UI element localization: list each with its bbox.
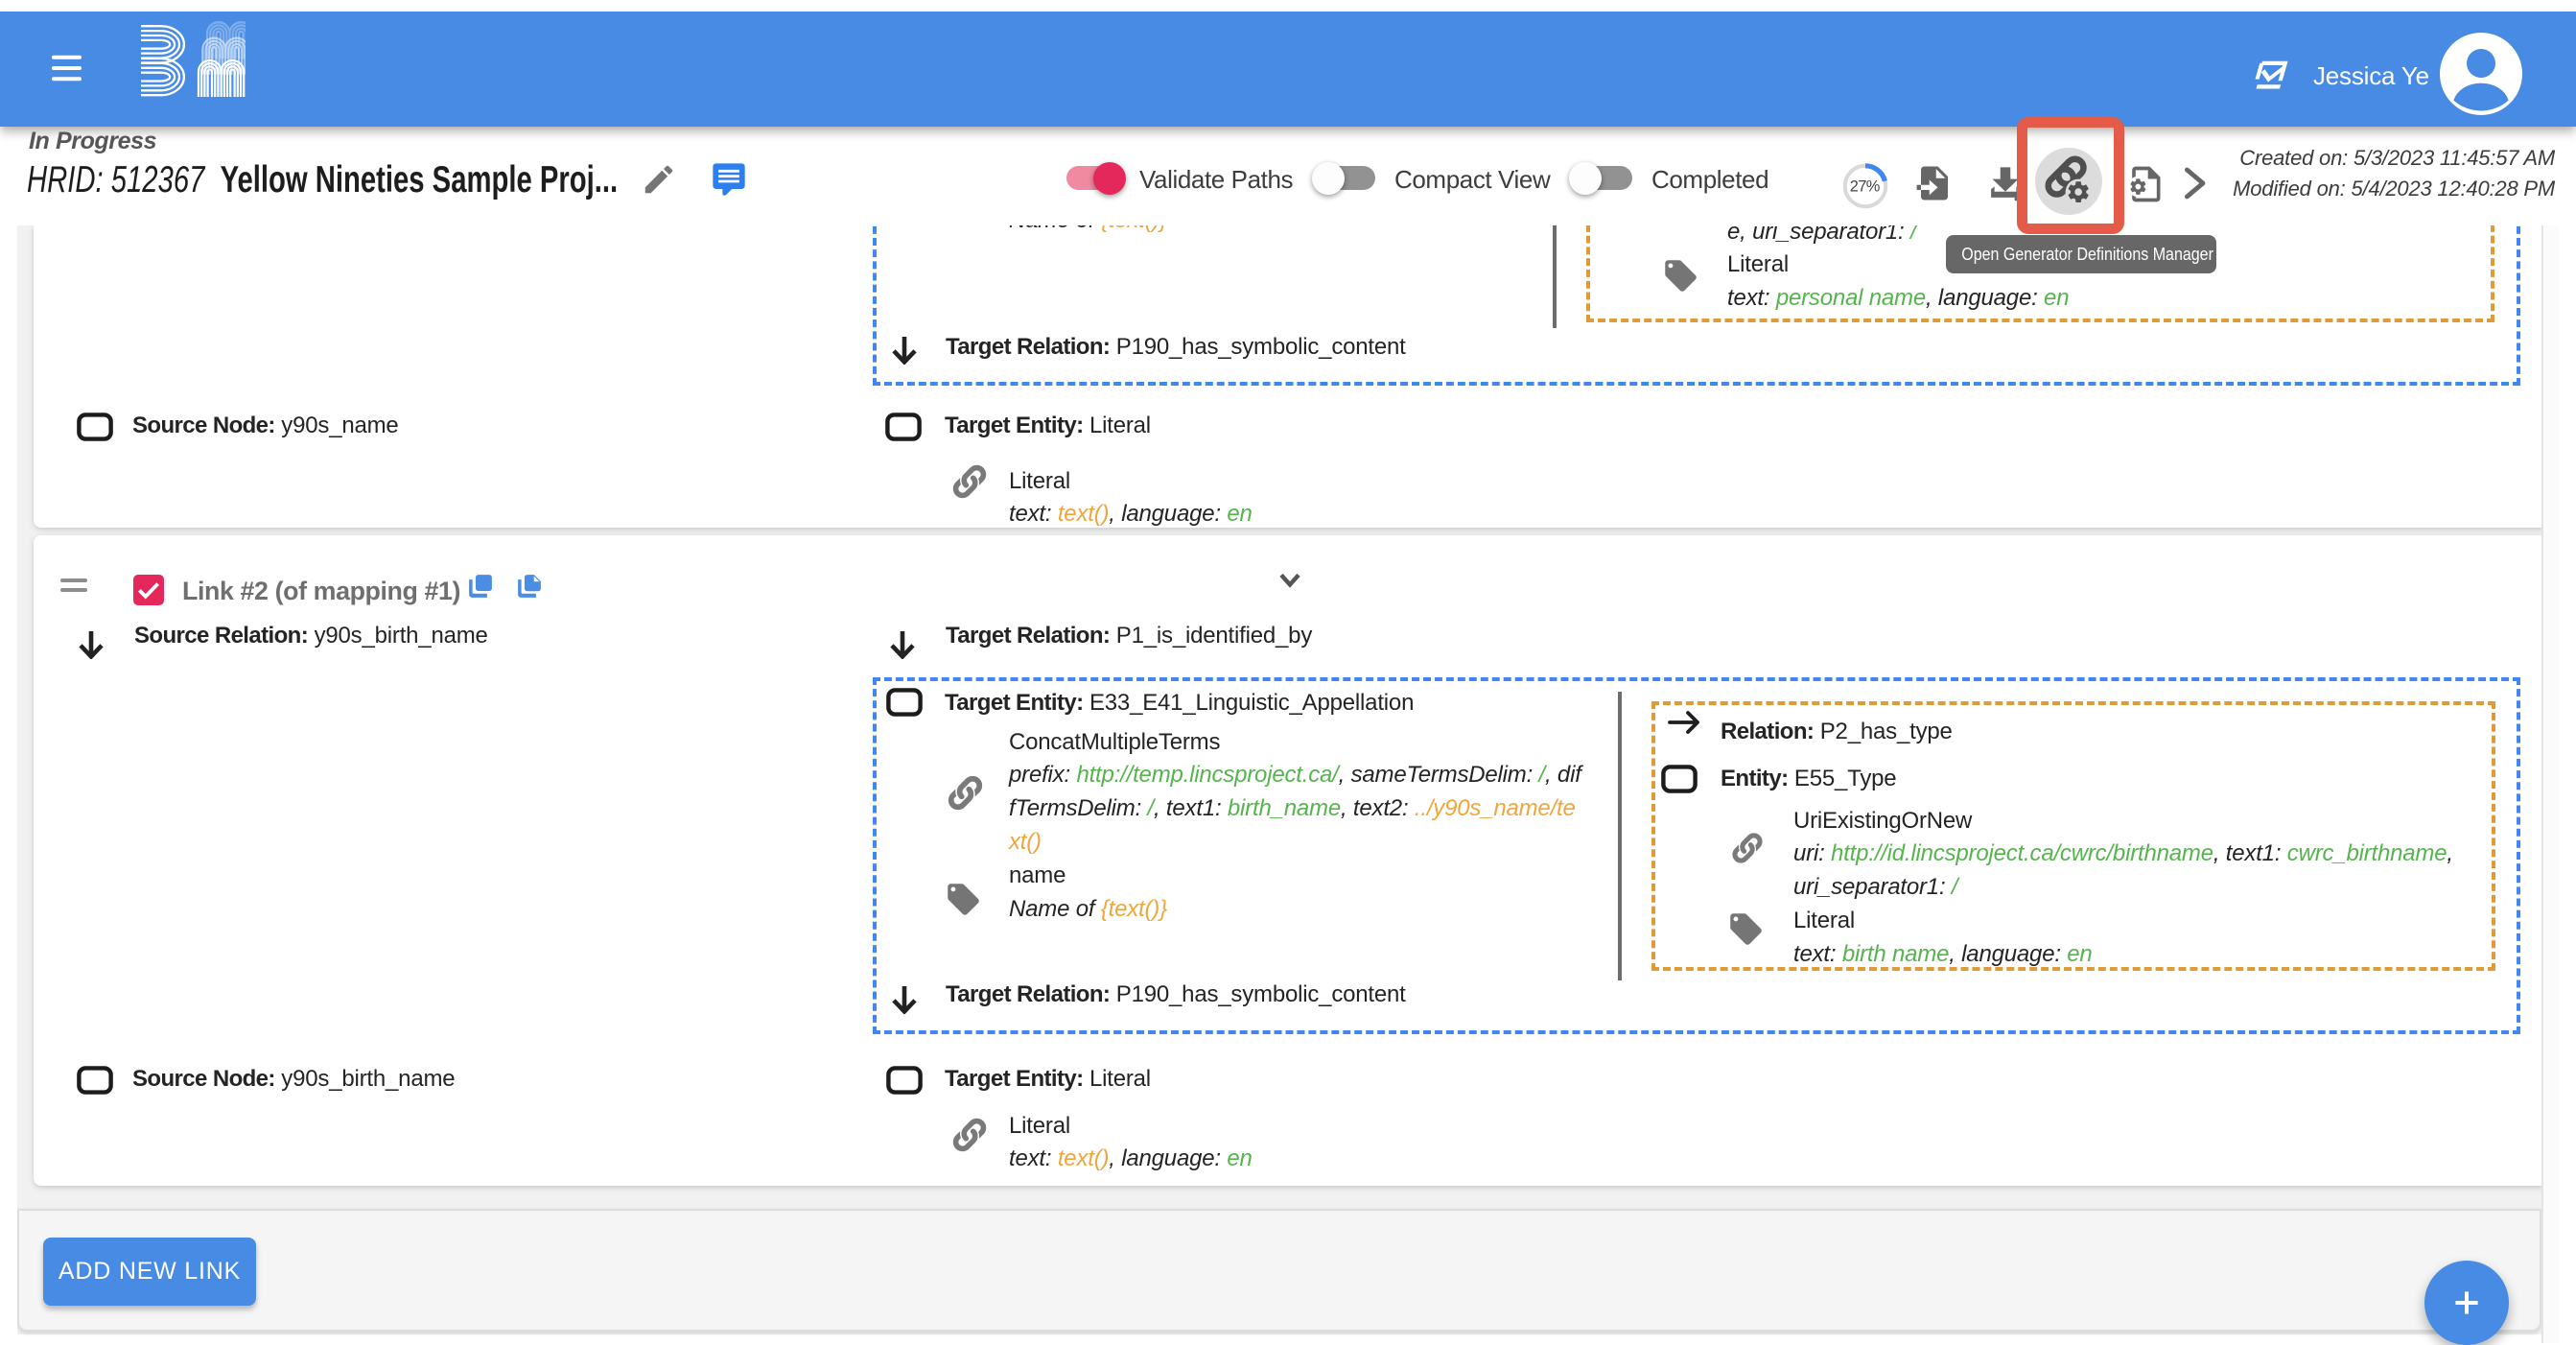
svg-text:27%: 27% (1850, 178, 1880, 196)
